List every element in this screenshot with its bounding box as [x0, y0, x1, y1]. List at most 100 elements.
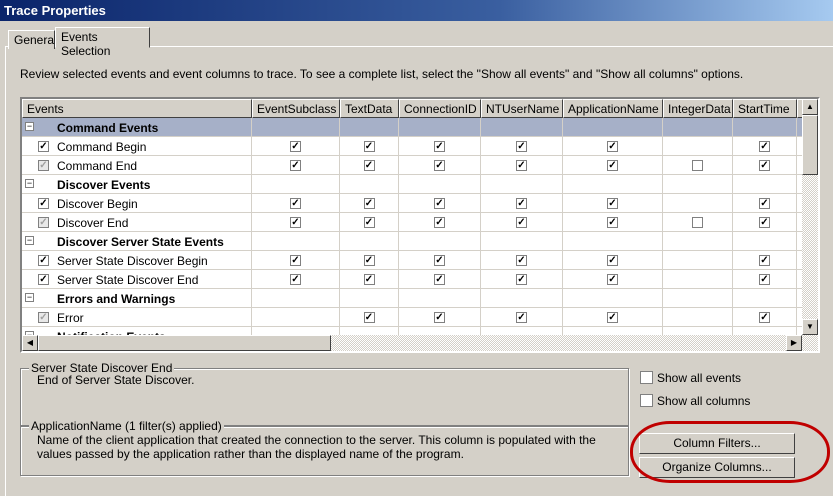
grid-cell: [663, 289, 733, 308]
event-row[interactable]: ✓ ✓ ✓ ✓ ✓ ✓ ✓ Server State Discover Begin: [22, 251, 802, 270]
column-filters-button[interactable]: Column Filters...: [639, 433, 795, 454]
column-checkbox[interactable]: ✓: [759, 141, 770, 152]
scroll-up-button[interactable]: ▲: [802, 99, 818, 115]
column-header[interactable]: StartTime: [733, 99, 797, 118]
organize-columns-button[interactable]: Organize Columns...: [639, 457, 795, 478]
column-checkbox[interactable]: ✓: [607, 160, 618, 171]
column-checkbox[interactable]: ✓: [516, 198, 527, 209]
column-checkbox[interactable]: ✓: [607, 255, 618, 266]
event-checkbox[interactable]: ✓: [38, 198, 49, 209]
column-checkbox[interactable]: ✓: [516, 274, 527, 285]
event-checkbox[interactable]: ✓: [38, 141, 49, 152]
column-header[interactable]: ApplicationName: [563, 99, 663, 118]
row-label: Discover Begin: [57, 197, 138, 211]
column-checkbox[interactable]: ✓: [759, 160, 770, 171]
column-header[interactable]: EventSubclass: [252, 99, 340, 118]
collapse-icon[interactable]: −: [25, 236, 34, 245]
column-checkbox[interactable]: [692, 217, 703, 228]
category-row[interactable]: − Command Events: [22, 118, 802, 137]
column-checkbox[interactable]: ✓: [516, 255, 527, 266]
row-label: Error: [57, 311, 84, 325]
column-checkbox[interactable]: ✓: [434, 274, 445, 285]
grid-cell: [252, 308, 340, 327]
column-checkbox[interactable]: ✓: [607, 141, 618, 152]
column-checkbox[interactable]: ✓: [759, 198, 770, 209]
column-checkbox[interactable]: ✓: [516, 160, 527, 171]
column-checkbox[interactable]: ✓: [607, 198, 618, 209]
column-checkbox[interactable]: ✓: [759, 312, 770, 323]
column-header[interactable]: NTUserName: [481, 99, 563, 118]
column-checkbox[interactable]: ✓: [516, 217, 527, 228]
tab-general[interactable]: General: [8, 30, 57, 49]
event-row[interactable]: ✓ ✓ ✓ ✓ ✓ ✓ ✓ Discover End: [22, 213, 802, 232]
event-row[interactable]: ✓ ✓ ✓ ✓ ✓ ✓ ✓ Discover Begin: [22, 194, 802, 213]
column-checkbox[interactable]: ✓: [759, 255, 770, 266]
column-checkbox[interactable]: ✓: [434, 198, 445, 209]
column-checkbox[interactable]: ✓: [363, 312, 375, 323]
scroll-thumb[interactable]: [802, 115, 818, 175]
column-checkbox[interactable]: ✓: [759, 217, 770, 228]
grid-cell: [340, 175, 399, 194]
checkbox-box[interactable]: [640, 371, 653, 384]
row-label: Discover Server State Events: [57, 235, 224, 249]
scroll-left-button[interactable]: ◀: [22, 335, 38, 351]
category-row[interactable]: − Discover Events: [22, 175, 802, 194]
grid-cell: [399, 175, 481, 194]
category-row[interactable]: − Errors and Warnings: [22, 289, 802, 308]
horizontal-scrollbar[interactable]: ◀ ▶: [22, 335, 818, 351]
event-row[interactable]: ✓ ✓ ✓ ✓ ✓ ✓ ✓ Command End: [22, 156, 802, 175]
event-row[interactable]: ✓ ✓ ✓ ✓ ✓ ✓ Error: [22, 308, 802, 327]
scroll-down-button[interactable]: ▼: [802, 319, 818, 335]
column-checkbox[interactable]: ✓: [607, 312, 618, 323]
column-checkbox[interactable]: ✓: [290, 198, 301, 209]
column-checkbox[interactable]: ✓: [516, 141, 527, 152]
event-checkbox[interactable]: ✓: [38, 312, 49, 323]
event-checkbox[interactable]: ✓: [38, 255, 49, 266]
column-checkbox[interactable]: ✓: [434, 312, 445, 323]
event-checkbox[interactable]: ✓: [38, 274, 49, 285]
checkbox-box[interactable]: [640, 394, 653, 407]
event-description-group: Server State Discover End End of Server …: [20, 361, 629, 426]
vertical-scrollbar[interactable]: ▲ ▼: [802, 99, 818, 335]
column-checkbox[interactable]: ✓: [290, 160, 301, 171]
category-row[interactable]: − Discover Server State Events: [22, 232, 802, 251]
event-row[interactable]: ✓ ✓ ✓ ✓ ✓ ✓ ✓ Server State Discover End: [22, 270, 802, 289]
collapse-icon[interactable]: −: [25, 293, 34, 302]
column-checkbox[interactable]: ✓: [607, 217, 618, 228]
column-checkbox[interactable]: ✓: [434, 217, 445, 228]
column-checkbox[interactable]: ✓: [290, 255, 301, 266]
column-checkbox[interactable]: ✓: [759, 274, 770, 285]
column-checkbox[interactable]: ✓: [363, 141, 375, 152]
grid-cell: [733, 175, 797, 194]
column-checkbox[interactable]: ✓: [363, 217, 375, 228]
column-checkbox[interactable]: ✓: [363, 255, 375, 266]
collapse-icon[interactable]: −: [25, 179, 34, 188]
events-grid[interactable]: Events EventSubclass TextData ConnectionID N…: [20, 97, 820, 353]
column-checkbox[interactable]: [692, 160, 703, 171]
column-header[interactable]: Events: [22, 99, 252, 118]
column-checkbox[interactable]: ✓: [290, 274, 301, 285]
grid-cell: [481, 175, 563, 194]
column-header[interactable]: TextData: [340, 99, 399, 118]
hscroll-thumb[interactable]: [38, 335, 331, 351]
column-checkbox[interactable]: ✓: [290, 141, 301, 152]
column-checkbox[interactable]: ✓: [516, 312, 527, 323]
tab-label: General: [14, 33, 57, 47]
column-checkbox[interactable]: ✓: [290, 217, 301, 228]
column-checkbox[interactable]: ✓: [434, 141, 445, 152]
event-row[interactable]: ✓ ✓ ✓ ✓ ✓ ✓ ✓ Command Begin: [22, 137, 802, 156]
tab-events-selection[interactable]: Events Selection: [55, 27, 150, 58]
scroll-right-button[interactable]: ▶: [786, 335, 802, 351]
row-label: Discover End: [57, 216, 129, 230]
column-checkbox[interactable]: ✓: [607, 274, 618, 285]
column-checkbox[interactable]: ✓: [363, 274, 375, 285]
column-checkbox[interactable]: ✓: [363, 160, 375, 171]
event-checkbox[interactable]: ✓: [38, 217, 49, 228]
column-header[interactable]: ConnectionID: [399, 99, 481, 118]
column-checkbox[interactable]: ✓: [363, 198, 375, 209]
column-checkbox[interactable]: ✓: [434, 255, 445, 266]
collapse-icon[interactable]: −: [25, 122, 34, 131]
column-checkbox[interactable]: ✓: [434, 160, 445, 171]
column-header[interactable]: IntegerData: [663, 99, 733, 118]
event-checkbox[interactable]: ✓: [38, 160, 49, 171]
